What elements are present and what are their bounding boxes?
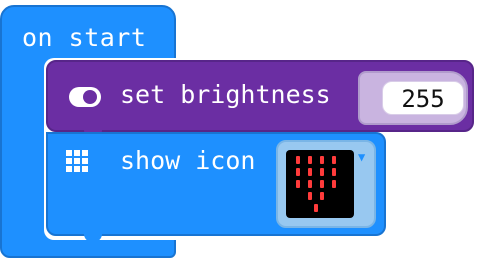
set-brightness-label: set brightness xyxy=(120,80,331,109)
set-brightness-block[interactable]: set brightness 255 xyxy=(46,60,474,132)
show-icon-label: show icon xyxy=(120,146,256,175)
chevron-down-icon[interactable]: ▼ xyxy=(358,150,365,164)
on-start-label: on start xyxy=(22,23,147,52)
show-icon-block[interactable]: show icon ▼ xyxy=(46,132,386,236)
brightness-value-input[interactable]: 255 xyxy=(382,81,464,115)
grid-icon xyxy=(66,150,88,176)
toggle-icon xyxy=(68,86,102,112)
icon-picker-dropdown[interactable]: ▼ xyxy=(276,140,376,228)
brightness-value-slot: 255 xyxy=(358,71,468,125)
led-matrix-preview xyxy=(286,150,354,218)
